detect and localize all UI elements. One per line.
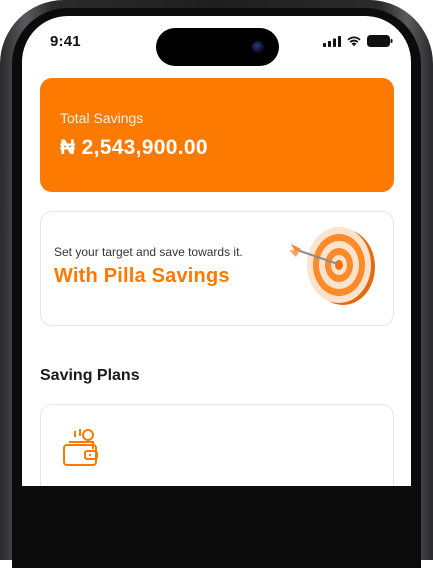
savings-label: Total Savings [60,110,144,126]
phone-screen: 9:41 Total Savings ₦ 2,543,900.00 Set yo… [22,16,411,486]
dartboard-target-icon [289,227,375,305]
dynamic-island [156,28,279,66]
pilla-savings-promo-card[interactable]: Set your target and save towards it. Wit… [40,211,394,326]
saving-plans-heading: Saving Plans [40,367,140,384]
savings-amount: ₦ 2,543,900.00 [60,136,208,159]
promo-title: With Pilla Savings [54,265,230,287]
wifi-icon [347,36,361,47]
front-camera-icon [252,41,264,53]
status-time: 9:41 [50,33,81,50]
saving-plan-card[interactable] [40,404,394,486]
battery-icon [367,35,393,47]
promo-text: Set your target and save towards it. [54,245,243,259]
status-icons [323,35,393,47]
wallet-coins-icon [63,429,98,466]
total-savings-card[interactable]: Total Savings ₦ 2,543,900.00 [40,78,394,192]
cellular-signal-icon [323,35,341,47]
side-button-left-2 [0,226,4,286]
side-button-left [0,168,4,208]
